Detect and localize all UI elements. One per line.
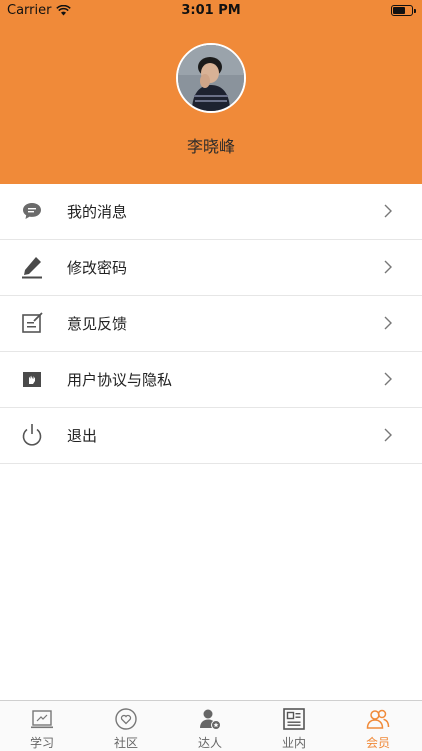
power-icon [22, 424, 42, 446]
tab-industry[interactable]: 业内 [252, 701, 336, 751]
tab-label: 社区 [113, 736, 138, 750]
tab-label: 学习 [29, 736, 54, 750]
edit-pen-icon [22, 257, 42, 279]
expert-icon [200, 709, 221, 730]
community-icon [115, 708, 137, 730]
tab-member[interactable]: 会员 [336, 701, 420, 751]
clock: 3:01 PM [181, 3, 241, 18]
avatar[interactable] [176, 43, 246, 113]
member-icon [366, 709, 390, 729]
tab-label: 会员 [365, 736, 390, 750]
battery-icon [391, 5, 416, 16]
tab-community[interactable]: 社区 [84, 701, 168, 751]
menu-item-feedback[interactable]: 意见反馈 [0, 296, 422, 352]
agreement-icon [23, 372, 41, 387]
tab-study[interactable]: 学习 [0, 701, 84, 751]
menu-item-label: 退出 [67, 427, 98, 445]
user-name: 李晓峰 [186, 137, 235, 156]
chevron-right-icon [384, 428, 392, 442]
industry-icon [283, 708, 305, 730]
avatar-photo [178, 45, 244, 111]
tab-expert[interactable]: 达人 [168, 701, 252, 751]
menu-item-label: 意见反馈 [67, 315, 128, 333]
menu-item-logout[interactable]: 退出 [0, 408, 422, 464]
chevron-right-icon [384, 372, 392, 386]
chevron-right-icon [384, 204, 392, 218]
profile-header: Carrier 3:01 PM 李晓峰 [0, 0, 422, 184]
tab-label: 达人 [197, 736, 222, 750]
status-bar: Carrier 3:01 PM [0, 0, 422, 22]
tab-label: 业内 [281, 736, 306, 750]
menu-item-label: 用户协议与隐私 [67, 371, 173, 389]
chevron-right-icon [384, 260, 392, 274]
menu-item-change-password[interactable]: 修改密码 [0, 240, 422, 296]
chevron-right-icon [384, 316, 392, 330]
menu-item-label: 我的消息 [67, 203, 128, 221]
menu-item-messages[interactable]: 我的消息 [0, 184, 422, 240]
study-icon [31, 710, 53, 729]
tab-bar: 学习 社区 达人 业内 会员 [0, 700, 422, 751]
settings-menu: 我的消息 修改密码 意见反馈 用户协议与隐私 退出 [0, 184, 422, 464]
feedback-icon [22, 312, 43, 333]
menu-item-label: 修改密码 [67, 259, 128, 277]
message-icon [23, 203, 41, 219]
menu-item-user-agreement[interactable]: 用户协议与隐私 [0, 352, 422, 408]
